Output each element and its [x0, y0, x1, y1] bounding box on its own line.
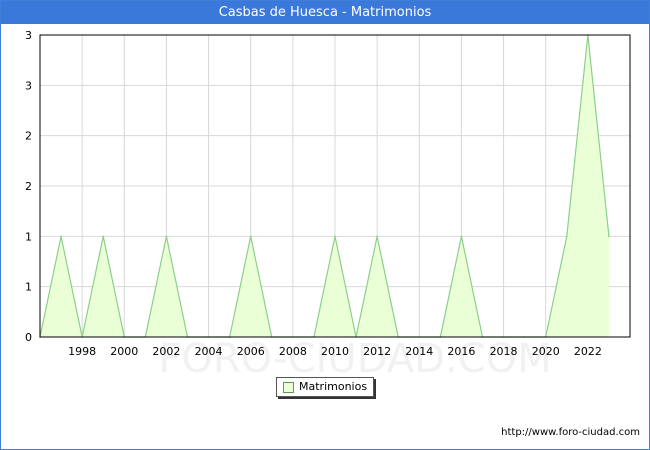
y-tick-label: 1	[25, 281, 32, 294]
data-point	[565, 235, 568, 238]
x-tick-label: 2002	[152, 345, 180, 358]
y-tick-label: 0	[25, 331, 32, 344]
x-tick-label: 2006	[237, 345, 265, 358]
x-tick-label: 2010	[321, 345, 349, 358]
watermark: FORO-CIUDAD.COM	[158, 336, 551, 382]
data-point	[460, 235, 463, 238]
data-point	[334, 235, 336, 238]
legend-swatch	[283, 382, 294, 393]
data-point	[165, 235, 168, 238]
x-tick-label: 2018	[490, 345, 518, 358]
x-tick-label: 1998	[68, 345, 96, 358]
x-tick-label: 2014	[405, 345, 433, 358]
legend-label: Matrimonios	[299, 380, 368, 393]
data-point	[102, 235, 105, 238]
x-tick-label: 2020	[532, 345, 560, 358]
data-point	[608, 235, 610, 238]
source-credit: http://www.foro-ciudad.com	[501, 427, 640, 438]
y-tick-label: 2	[25, 180, 32, 193]
x-tick-label: 2004	[195, 345, 223, 358]
y-tick-label: 3	[25, 79, 32, 92]
data-point	[60, 235, 62, 238]
y-tick-label: 2	[25, 130, 32, 143]
x-tick-label: 2016	[447, 345, 475, 358]
x-tick-label: 2000	[110, 345, 138, 358]
x-tick-label: 2008	[279, 345, 307, 358]
data-point	[249, 235, 252, 238]
x-tick-label: 2022	[574, 345, 602, 358]
y-tick-label: 1	[25, 230, 32, 243]
y-tick-label: 3	[25, 29, 32, 42]
legend: Matrimonios	[276, 377, 374, 397]
data-point	[376, 235, 378, 238]
x-tick-label: 2012	[363, 345, 391, 358]
